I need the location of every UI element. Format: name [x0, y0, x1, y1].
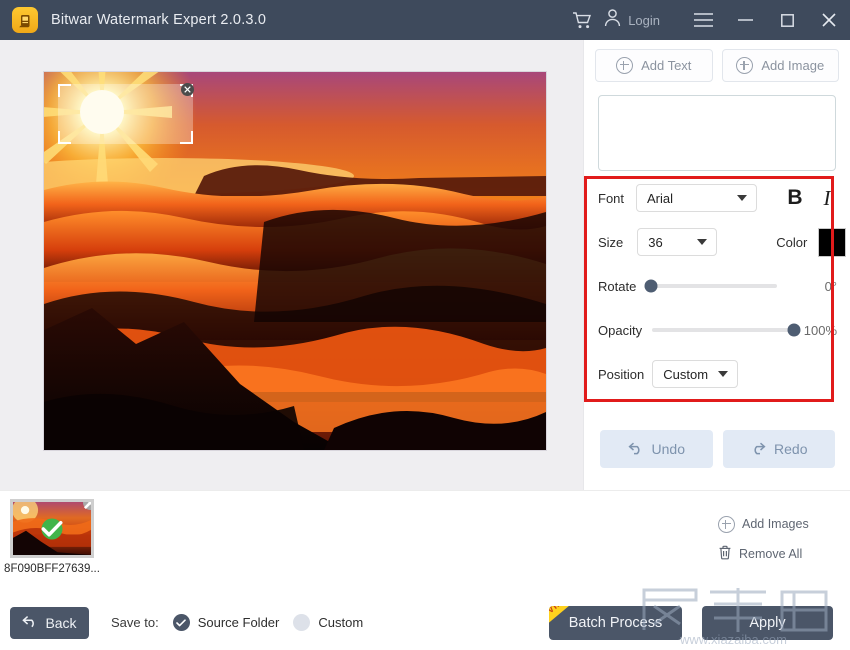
font-row: Font Arial B I	[584, 176, 850, 220]
custom-label: Custom	[318, 615, 363, 630]
save-to-label: Save to:	[111, 615, 159, 630]
add-text-label: Add Text	[641, 58, 691, 73]
remove-all-button[interactable]: Remove All	[718, 539, 838, 569]
title-bar: Bitwar Watermark Expert 2.0.3.0 Login	[0, 0, 850, 40]
back-label: Back	[45, 615, 76, 631]
position-label: Position	[598, 367, 644, 382]
application-window: Bitwar Watermark Expert 2.0.3.0 Login	[0, 0, 850, 650]
plus-circle-icon	[736, 57, 753, 74]
settings-group: Font Arial B I Size 36 Color Rotate	[584, 176, 850, 396]
back-button[interactable]: Back	[10, 607, 89, 639]
undo-arrow-icon	[628, 441, 644, 458]
opacity-slider[interactable]	[652, 328, 794, 332]
rotate-slider[interactable]	[651, 284, 777, 288]
color-swatch[interactable]	[818, 228, 846, 257]
watermark-settings-panel: Add Text Add Image Font Arial B I Size	[583, 40, 850, 490]
add-images-button[interactable]: Add Images	[718, 509, 838, 539]
image-canvas[interactable]	[44, 72, 546, 450]
rotate-value: 0°	[825, 279, 837, 294]
undo-redo-row: Undo Redo	[584, 430, 850, 468]
redo-button[interactable]: Redo	[723, 430, 836, 468]
check-circle-icon	[42, 518, 63, 539]
radio-source-folder[interactable]: Source Folder	[173, 614, 280, 631]
font-value: Arial	[647, 191, 673, 206]
watermark-text-input[interactable]	[598, 95, 836, 171]
add-images-label: Add Images	[742, 517, 809, 531]
bold-button[interactable]: B	[784, 186, 806, 210]
undo-button[interactable]: Undo	[600, 430, 713, 468]
title-bar-controls: Login	[561, 0, 850, 40]
hamburger-menu-icon[interactable]	[682, 0, 724, 40]
add-image-button[interactable]: Add Image	[722, 49, 840, 82]
cart-icon[interactable]	[561, 0, 603, 40]
apply-label: Apply	[749, 615, 785, 631]
resize-handle-bottom-right[interactable]	[180, 131, 193, 144]
plus-circle-icon	[718, 516, 735, 533]
opacity-row: Opacity 100%	[584, 308, 850, 352]
add-text-button[interactable]: Add Text	[595, 49, 713, 82]
thumbnail-strip: 8F090BFF27639... Add Images Remove All	[0, 490, 850, 596]
remove-all-label: Remove All	[739, 547, 802, 561]
resize-handle-top-left[interactable]	[58, 84, 71, 97]
back-arrow-icon	[22, 615, 38, 631]
size-label: Size	[598, 235, 623, 250]
radio-custom[interactable]: Custom	[293, 614, 363, 631]
login-button[interactable]: Login	[603, 0, 666, 40]
size-select[interactable]: 36	[637, 228, 717, 256]
chevron-down-icon	[718, 371, 728, 377]
source-folder-label: Source Folder	[198, 615, 280, 630]
batch-process-label: Batch Process	[569, 615, 663, 631]
opacity-value: 100%	[804, 323, 837, 338]
watermark-selection-box[interactable]	[58, 84, 193, 144]
app-title: Bitwar Watermark Expert 2.0.3.0	[51, 12, 266, 28]
italic-button[interactable]: I	[816, 186, 838, 211]
rotate-row: Rotate 0°	[584, 264, 850, 308]
size-row: Size 36 Color	[584, 220, 850, 264]
add-buttons-row: Add Text Add Image	[584, 40, 850, 91]
undo-label: Undo	[652, 441, 685, 457]
editor-workspace	[0, 40, 583, 490]
login-label: Login	[628, 13, 660, 28]
thumbnail-image[interactable]	[10, 499, 94, 558]
batch-process-button[interactable]: VIP Batch Process	[549, 606, 682, 640]
resize-handle-bottom-left[interactable]	[58, 131, 71, 144]
minimize-icon[interactable]	[724, 0, 766, 40]
thumbnail-item[interactable]: 8F090BFF27639...	[10, 499, 94, 575]
bottom-bar: Back Save to: Source Folder Custom VIP B…	[0, 595, 850, 650]
rotate-label: Rotate	[598, 279, 636, 294]
add-image-label: Add Image	[761, 58, 824, 73]
plus-circle-icon	[616, 57, 633, 74]
position-select[interactable]: Custom	[652, 360, 738, 388]
user-icon	[603, 8, 622, 32]
close-icon[interactable]	[808, 0, 850, 40]
apply-button[interactable]: Apply	[702, 606, 833, 640]
font-label: Font	[598, 191, 624, 206]
app-logo-icon	[12, 7, 38, 33]
opacity-label: Opacity	[598, 323, 642, 338]
size-value: 36	[648, 235, 662, 250]
strip-actions: Add Images Remove All	[718, 509, 838, 569]
thumbnail-filename: 8F090BFF27639...	[2, 563, 102, 575]
trash-icon	[718, 545, 732, 563]
font-select[interactable]: Arial	[636, 184, 757, 212]
close-circle-icon[interactable]	[83, 499, 94, 510]
circle-x-icon[interactable]	[181, 83, 194, 96]
chevron-down-icon	[697, 239, 707, 245]
radio-circle-icon	[293, 614, 310, 631]
rotate-slider-thumb[interactable]	[645, 280, 658, 293]
chevron-down-icon	[737, 195, 747, 201]
check-circle-icon	[173, 614, 190, 631]
position-row: Position Custom	[584, 352, 850, 396]
redo-label: Redo	[774, 441, 807, 457]
color-label: Color	[776, 235, 807, 250]
redo-arrow-icon	[750, 441, 766, 458]
opacity-slider-thumb[interactable]	[788, 324, 801, 337]
maximize-icon[interactable]	[766, 0, 808, 40]
position-value: Custom	[663, 367, 708, 382]
